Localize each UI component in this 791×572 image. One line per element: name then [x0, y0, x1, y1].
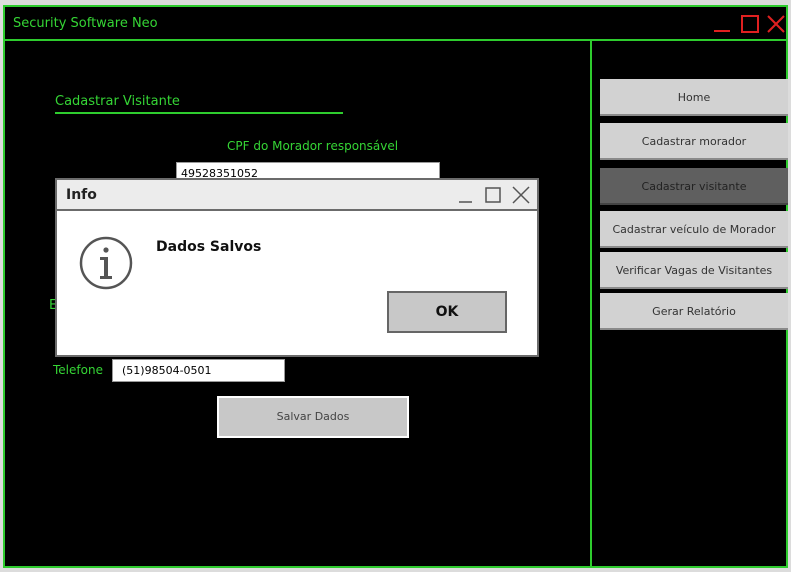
- phone-label: Telefone: [53, 363, 103, 377]
- minimize-icon[interactable]: [711, 13, 733, 35]
- ok-button[interactable]: OK: [387, 291, 507, 333]
- info-icon: [79, 236, 133, 290]
- minimize-icon[interactable]: [456, 185, 476, 205]
- title-bar: Security Software Neo: [5, 7, 786, 41]
- cpf-label: CPF do Morador responsável: [227, 139, 399, 153]
- sidebar-item-cadastrar-veiculo[interactable]: Cadastrar veículo de Morador: [600, 211, 788, 248]
- maximize-icon[interactable]: [739, 13, 761, 35]
- window-title: Security Software Neo: [13, 16, 158, 31]
- sidebar-item-cadastrar-morador[interactable]: Cadastrar morador: [600, 123, 788, 160]
- save-button[interactable]: Salvar Dados: [217, 396, 409, 438]
- sidebar-item-verificar-vagas[interactable]: Verificar Vagas de Visitantes: [600, 252, 788, 289]
- section-underline: [55, 112, 343, 114]
- close-icon[interactable]: [511, 185, 531, 205]
- dialog-title-bar: Info: [57, 180, 537, 211]
- dialog-message: Dados Salvos: [156, 239, 262, 255]
- phone-input[interactable]: (51)98504-0501: [112, 359, 285, 382]
- sidebar: Home Cadastrar morador Cadastrar visitan…: [590, 41, 788, 566]
- dialog-title: Info: [66, 187, 97, 203]
- maximize-icon[interactable]: [483, 185, 503, 205]
- close-icon[interactable]: [765, 13, 787, 35]
- sidebar-item-home[interactable]: Home: [600, 79, 788, 116]
- info-dialog: Info Dados Salvos OK: [55, 178, 539, 357]
- sidebar-item-gerar-relatorio[interactable]: Gerar Relatório: [600, 293, 788, 330]
- section-title: Cadastrar Visitante: [55, 94, 180, 109]
- sidebar-item-cadastrar-visitante[interactable]: Cadastrar visitante: [600, 168, 788, 205]
